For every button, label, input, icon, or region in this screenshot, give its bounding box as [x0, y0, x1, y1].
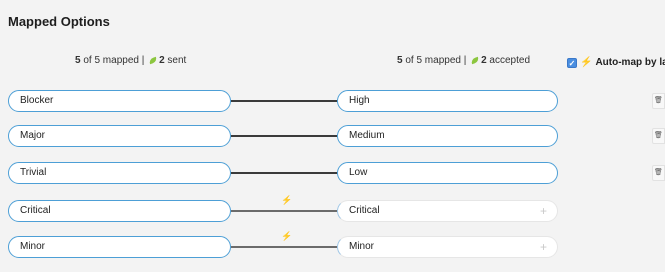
target-option[interactable]: High — [337, 90, 558, 112]
target-option-label: Critical — [349, 205, 380, 216]
leaf-icon — [470, 56, 480, 65]
target-option[interactable]: Critical + — [337, 200, 558, 222]
trash-icon[interactable]: 🗑 — [652, 128, 665, 144]
auto-map-checkbox[interactable]: ✓ — [567, 57, 577, 68]
page-title: Mapped Options — [8, 14, 110, 29]
source-option[interactable]: Major — [8, 125, 231, 147]
auto-map-label: Auto-map by label — [595, 57, 665, 68]
mapping-connector — [231, 210, 337, 212]
mapping-row: Blocker High 🗑 — [0, 90, 665, 112]
trash-icon[interactable]: 🗑 — [652, 93, 665, 109]
mapping-connector — [231, 246, 337, 248]
mapping-row: Critical ⚡ Critical + — [0, 195, 665, 222]
source-option[interactable]: Blocker — [8, 90, 231, 112]
auto-map-toggle[interactable]: ✓ ⚡ Auto-map by label — [567, 57, 665, 68]
source-option[interactable]: Trivial — [8, 162, 231, 184]
accepted-text: accepted — [486, 55, 531, 66]
leaf-icon — [148, 56, 158, 65]
plus-icon[interactable]: + — [540, 237, 547, 257]
mapping-connector — [231, 100, 337, 102]
magic-wand-icon: ⚡ — [281, 231, 293, 241]
plus-icon[interactable]: + — [540, 201, 547, 221]
trash-icon[interactable]: 🗑 — [652, 165, 665, 181]
source-option[interactable]: Critical — [8, 200, 231, 222]
mapping-connector — [231, 135, 337, 137]
target-option[interactable]: Low — [337, 162, 558, 184]
magic-wand-icon: ⚡ — [580, 57, 593, 68]
source-mapped-text: of 5 mapped | — [80, 55, 148, 66]
mapping-connector — [231, 172, 337, 174]
target-option[interactable]: Minor + — [337, 236, 558, 258]
target-option-label: Minor — [349, 241, 375, 252]
sent-text: sent — [164, 55, 187, 66]
source-option[interactable]: Minor — [8, 236, 231, 258]
mapping-row: Minor ⚡ Minor + — [0, 231, 665, 258]
target-option[interactable]: Medium — [337, 125, 558, 147]
mapping-row: Trivial Low 🗑 — [0, 162, 665, 184]
mapping-row: Major Medium 🗑 — [0, 125, 665, 147]
target-mapped-text: of 5 mapped | — [402, 55, 470, 66]
target-summary: 5 of 5 mapped | 2 accepted — [397, 55, 530, 66]
magic-wand-icon: ⚡ — [281, 195, 293, 205]
source-summary: 5 of 5 mapped | 2 sent — [75, 55, 186, 66]
